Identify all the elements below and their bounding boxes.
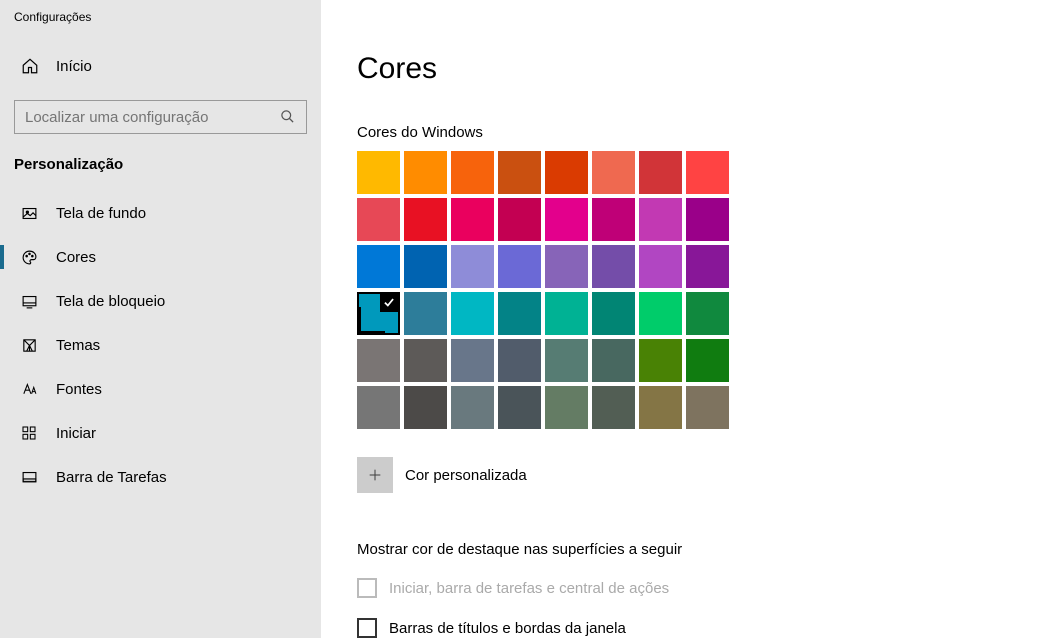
sidebar-item-label: Fontes — [56, 381, 102, 398]
start-icon — [20, 424, 38, 442]
color-swatch[interactable] — [545, 151, 588, 194]
sidebar-item-label: Tela de bloqueio — [56, 293, 165, 310]
app-title: Configurações — [0, 10, 321, 48]
search-input[interactable] — [25, 109, 280, 126]
checkbox-titlebars[interactable] — [357, 618, 377, 638]
color-swatch[interactable] — [639, 198, 682, 241]
color-grid — [357, 151, 1054, 429]
color-swatch[interactable] — [686, 245, 729, 288]
checkbox-titlebars-label: Barras de títulos e bordas da janela — [389, 620, 626, 637]
color-swatch[interactable] — [451, 386, 494, 429]
color-swatch[interactable] — [545, 198, 588, 241]
main-panel: Cores Cores do Windows Cor personalizada… — [321, 0, 1054, 638]
home-icon — [20, 56, 40, 76]
nav-list: Tela de fundo Cores Tela de bloqueio Temas F… — [0, 191, 321, 499]
color-swatch[interactable] — [451, 198, 494, 241]
home-label: Início — [56, 58, 92, 75]
color-swatch[interactable] — [686, 151, 729, 194]
color-swatch[interactable] — [498, 151, 541, 194]
sidebar-item-label: Temas — [56, 337, 100, 354]
color-swatch[interactable] — [357, 339, 400, 382]
sidebar-item-fonts[interactable]: Fontes — [0, 367, 321, 411]
windows-colors-label: Cores do Windows — [357, 124, 1054, 141]
color-swatch[interactable] — [498, 198, 541, 241]
sidebar-item-label: Cores — [56, 249, 96, 266]
lock-screen-icon — [20, 292, 38, 310]
checkbox-start-label: Iniciar, barra de tarefas e central de a… — [389, 580, 669, 597]
color-swatch[interactable] — [404, 151, 447, 194]
color-swatch[interactable] — [639, 292, 682, 335]
color-swatch[interactable] — [404, 292, 447, 335]
plus-icon — [367, 467, 383, 483]
color-swatch[interactable] — [686, 198, 729, 241]
sidebar-item-lock-screen[interactable]: Tela de bloqueio — [0, 279, 321, 323]
checkbox-row-start: Iniciar, barra de tarefas e central de a… — [357, 578, 1054, 598]
picture-icon — [20, 204, 38, 222]
color-swatch[interactable] — [451, 245, 494, 288]
custom-color-row: Cor personalizada — [357, 457, 1054, 493]
color-swatch[interactable] — [357, 151, 400, 194]
sidebar: Configurações Início Personalização Tela… — [0, 0, 321, 638]
sidebar-item-start[interactable]: Iniciar — [0, 411, 321, 455]
color-swatch[interactable] — [545, 339, 588, 382]
color-swatch[interactable] — [592, 339, 635, 382]
sidebar-item-taskbar[interactable]: Barra de Tarefas — [0, 455, 321, 499]
color-swatch[interactable] — [639, 245, 682, 288]
accent-section-title: Mostrar cor de destaque nas superfícies … — [357, 541, 1054, 558]
sidebar-item-palette[interactable]: Cores — [0, 235, 321, 279]
page-title: Cores — [357, 52, 1054, 86]
search-icon — [280, 109, 296, 125]
palette-icon — [20, 248, 38, 266]
color-swatch[interactable] — [545, 245, 588, 288]
color-swatch[interactable] — [686, 386, 729, 429]
home-link[interactable]: Início — [0, 48, 321, 84]
color-swatch[interactable] — [357, 198, 400, 241]
sidebar-item-themes[interactable]: Temas — [0, 323, 321, 367]
color-swatch[interactable] — [451, 151, 494, 194]
color-swatch[interactable] — [592, 198, 635, 241]
color-swatch[interactable] — [592, 292, 635, 335]
color-swatch[interactable] — [498, 386, 541, 429]
color-swatch[interactable] — [451, 292, 494, 335]
custom-color-button[interactable] — [357, 457, 393, 493]
sidebar-item-label: Iniciar — [56, 425, 96, 442]
taskbar-icon — [20, 468, 38, 486]
color-swatch[interactable] — [404, 339, 447, 382]
color-swatch[interactable] — [451, 339, 494, 382]
themes-icon — [20, 336, 38, 354]
sidebar-item-picture[interactable]: Tela de fundo — [0, 191, 321, 235]
search-box[interactable] — [14, 100, 307, 134]
color-swatch[interactable] — [545, 386, 588, 429]
color-swatch[interactable] — [498, 339, 541, 382]
sidebar-item-label: Tela de fundo — [56, 205, 146, 222]
custom-color-label: Cor personalizada — [405, 467, 527, 484]
color-swatch[interactable] — [404, 198, 447, 241]
color-swatch[interactable] — [639, 386, 682, 429]
color-swatch[interactable] — [498, 292, 541, 335]
color-swatch[interactable] — [357, 386, 400, 429]
sidebar-item-label: Barra de Tarefas — [56, 469, 167, 486]
color-swatch[interactable] — [639, 151, 682, 194]
color-swatch[interactable] — [357, 292, 400, 335]
color-swatch[interactable] — [592, 386, 635, 429]
color-swatch[interactable] — [639, 339, 682, 382]
color-swatch[interactable] — [592, 151, 635, 194]
color-swatch[interactable] — [404, 245, 447, 288]
check-icon — [382, 295, 396, 309]
color-swatch[interactable] — [592, 245, 635, 288]
color-swatch[interactable] — [404, 386, 447, 429]
color-swatch[interactable] — [545, 292, 588, 335]
color-swatch[interactable] — [686, 339, 729, 382]
checkbox-start — [357, 578, 377, 598]
section-header: Personalização — [0, 156, 321, 191]
color-swatch[interactable] — [357, 245, 400, 288]
checkbox-row-titlebars: Barras de títulos e bordas da janela — [357, 618, 1054, 638]
fonts-icon — [20, 380, 38, 398]
color-swatch[interactable] — [686, 292, 729, 335]
color-swatch[interactable] — [498, 245, 541, 288]
